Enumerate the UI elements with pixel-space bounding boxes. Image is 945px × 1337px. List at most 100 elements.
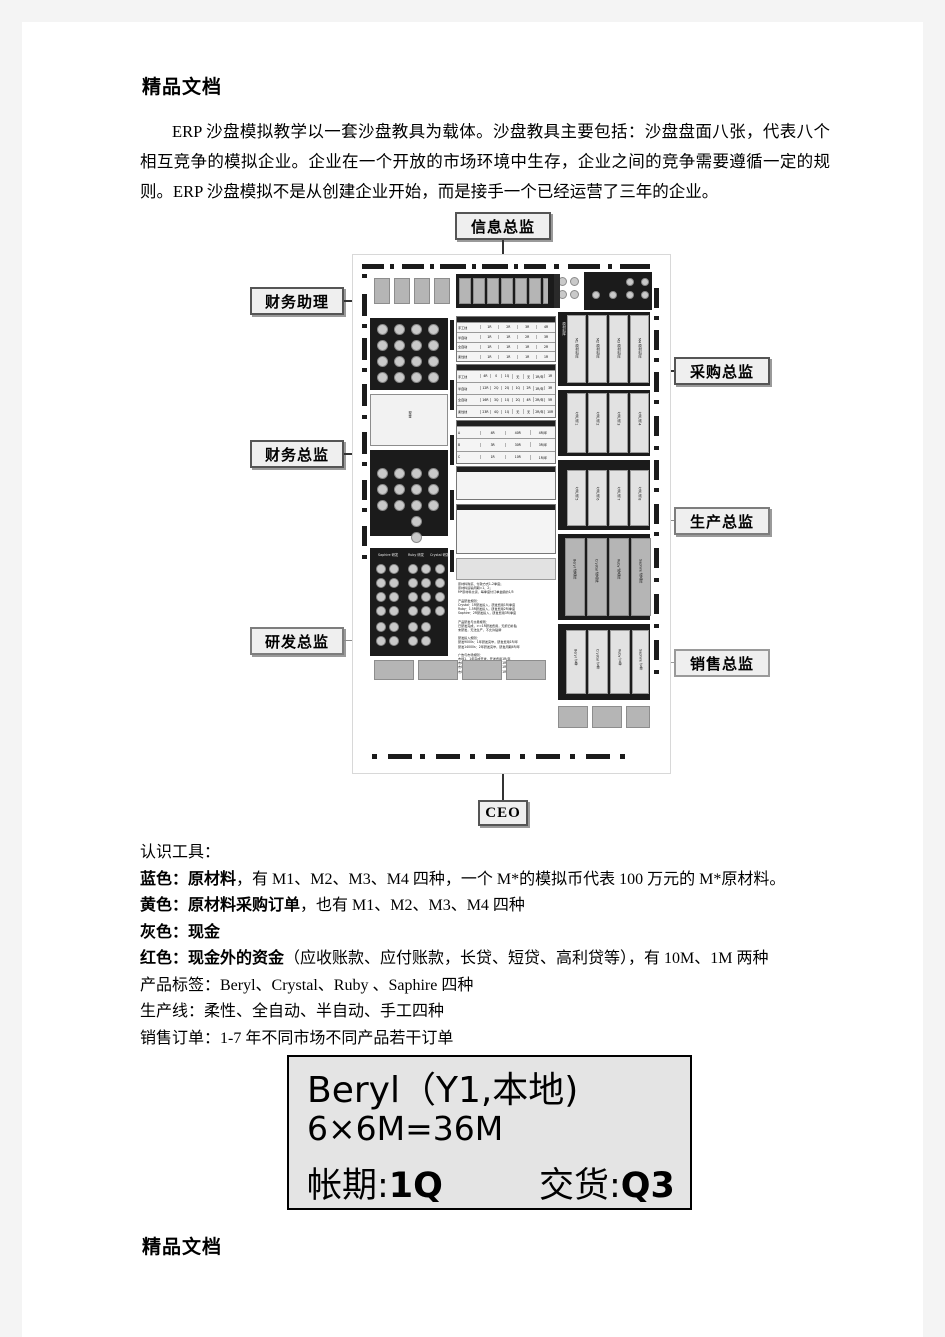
board-bottom-slot	[626, 706, 650, 728]
order-card-delivery-label: 交货:	[539, 1166, 621, 1206]
production-line-5-label: 生产线 5	[574, 487, 579, 501]
board-table-line-adjust: 手工线 4R 0 1Q 无无 1R/年 1R 半自动 12R 2Q 2Q 1Q 2R 1R/年 3R 全自动 1…	[456, 364, 556, 418]
material-warehouse-m1: M1 原材料库	[567, 315, 586, 383]
production-line-5: 生产线 5	[567, 470, 586, 526]
board-slot	[473, 278, 485, 304]
callout-sales-director: 销售总监	[674, 649, 770, 677]
board-bottom-slot	[592, 706, 622, 728]
board-table-row: 半自动 12R 2Q 2Q 1Q 2R 1R/年 3R	[457, 381, 555, 394]
board-slot	[414, 278, 430, 304]
legend-line-2: 黄色：原材料采购订单，也有 M1、M2、M3、M4 四种	[140, 897, 525, 914]
production-line-4: 生产线 4	[630, 393, 649, 453]
order-area-ruby-label: Ruby 订单	[617, 649, 622, 666]
order-card-payment-label: 帐期:	[307, 1166, 389, 1206]
legend-line-7: 销售订单：1-7 年不同市场不同产品若干订单	[140, 1029, 454, 1047]
board-slot	[487, 278, 499, 304]
board-token	[626, 278, 634, 286]
board-token	[592, 291, 600, 299]
callout-finance-director: 财务总监	[250, 440, 344, 468]
production-line-2-label: 生产线 2	[595, 412, 600, 426]
legend-section: 认识工具： 蓝色：原材料，有 M1、M2、M3、M4 四种，一个 M*的模拟币代…	[140, 840, 840, 1052]
production-line-8: 生产线 8	[630, 470, 649, 526]
production-line-1-label: 生产线 1	[574, 412, 579, 426]
rnd-col-label-saphire: Saphire 研发	[378, 553, 399, 557]
board-table-row: 手工线 4R 0 1Q 无无 1R/年 1R	[457, 370, 555, 382]
production-line-6: 生产线 6	[588, 470, 607, 526]
board-table-row: 柔性线 1R 1R 1R 1R	[457, 351, 555, 361]
board-table-row: 全自动 16R 3Q 1Q 2Q 4R 2R/年 5R	[457, 393, 555, 406]
intro-paragraph: ERP 沙盘模拟教学以一套沙盘教具为载体。沙盘教具主要包括：沙盘盘面八张，代表八…	[140, 117, 830, 207]
rnd-col-label-crystal: Crystal 研发	[430, 553, 450, 557]
order-area-beryl: Beryl 订单	[566, 630, 586, 694]
leader-line-bottom	[502, 772, 504, 800]
product-warehouse-beryl: Beryl 成品库	[565, 538, 585, 616]
product-warehouse-ruby-label: Ruby 成品库	[616, 559, 621, 579]
board-slot	[394, 278, 410, 304]
board-token	[570, 290, 579, 299]
material-warehouse-m2-label: M2 原材料库	[595, 338, 600, 358]
material-warehouse-m4: M4 原材料库	[630, 315, 649, 383]
board-bottom-slot	[374, 660, 414, 680]
legend-line-3: 灰色：现金	[140, 923, 221, 941]
product-warehouse-saphire: Saphire 成品库	[631, 538, 651, 616]
legend-line-4: 红色：现金外的资金（应收账款、应付账款，长贷、短贷、高利贷等），有 10M、1M…	[140, 950, 769, 967]
order-area-saphire-label: Saphire 订单	[638, 649, 643, 670]
board-table-row: B 3R 30R 3R/年	[457, 438, 555, 450]
board-token	[641, 278, 649, 286]
board-token	[609, 291, 617, 299]
order-card-delivery-value: Q3	[620, 1166, 675, 1206]
board-token	[641, 291, 649, 299]
board-table-row: 柔性线 23R 4Q 1Q 无无 2R/年 10R	[457, 405, 555, 417]
production-line-2: 生产线 2	[588, 393, 607, 453]
order-area-ruby: Ruby 订单	[610, 630, 630, 694]
board-table-row: A 4R 40R 4R/年	[457, 426, 555, 438]
material-warehouse-m3-label: M3 原材料库	[616, 338, 621, 358]
board-table-factory: A 4R 40R 4R/年 B 3R 30R 3R/年 C 1R 10R 1R/年	[456, 420, 556, 464]
order-card-delivery: 交货:Q3	[539, 1157, 675, 1208]
order-card-payment-value: 1Q	[388, 1166, 443, 1206]
order-area-beryl-label: Beryl 订单	[573, 649, 578, 666]
product-warehouse-saphire-label: Saphire 成品库	[638, 559, 643, 584]
order-card-product-line: Beryl（Y1,本地)	[307, 1070, 579, 1111]
board-token	[570, 277, 579, 286]
order-card-amount-line: 6×6M=36M	[307, 1109, 504, 1148]
product-warehouse-crystal-label: Crystal 成品库	[594, 559, 599, 583]
intro-text: ERP 沙盘模拟教学以一套沙盘教具为载体。沙盘教具主要包括：沙盘盘面八张，代表八…	[140, 122, 830, 201]
watermark-bottom: 精品文档	[142, 1236, 223, 1258]
board-slot	[434, 278, 450, 304]
board-slot	[529, 278, 541, 304]
board-slot	[459, 278, 471, 304]
order-area-crystal-label: Crystal 订单	[595, 649, 600, 669]
material-warehouse-m2: M2 原材料库	[588, 315, 607, 383]
board-table-production-cost: 手工线 1R 2R 3R 4R 半自动 1R 1R 2R 3R 全自动 1R 1R 1R 2R 柔性线 1R 1R…	[456, 316, 556, 362]
order-area-crystal: Crystal 订单	[588, 630, 608, 694]
callout-ceo: CEO	[478, 800, 528, 826]
callout-purchasing-director: 采购总监	[674, 357, 770, 385]
order-area-saphire: Saphire 订单	[632, 630, 649, 694]
sand-table-board: 现金 Saphire 研发 Ruby 研发 Crystal 研发 手工线 1R …	[358, 260, 663, 766]
material-warehouse-m4-label: M4 原材料库	[637, 338, 642, 358]
material-warehouse-m3: M3 原材料库	[609, 315, 628, 383]
board-bottom-slot	[418, 660, 458, 680]
callout-finance-assistant: 财务助理	[250, 287, 344, 315]
board-bottom-slot	[462, 660, 502, 680]
board-bottom-slot	[506, 660, 546, 680]
board-table-loan	[456, 466, 556, 500]
production-line-7: 生产线 7	[609, 470, 628, 526]
production-line-3: 生产线 3	[609, 393, 628, 453]
callout-rnd-director: 研发总监	[250, 627, 344, 655]
production-line-6-label: 生产线 6	[595, 487, 600, 501]
material-warehouse-m1-label: M1 原材料库	[574, 338, 579, 358]
callout-production-director: 生产总监	[674, 507, 770, 535]
legend-line-6: 生产线：柔性、全自动、半自动、手工四种	[140, 1003, 445, 1020]
board-equipment-value	[456, 558, 556, 580]
production-line-3-label: 生产线 3	[616, 412, 621, 426]
board-table-row: 半自动 1R 1R 2R 3R	[457, 331, 555, 342]
board-table-row: 全自动 1R 1R 1R 2R	[457, 341, 555, 352]
production-line-4-label: 生产线 4	[637, 412, 642, 426]
board-slot	[501, 278, 513, 304]
board-table-product-label	[456, 504, 556, 554]
order-card-payment-term: 帐期:1Q	[307, 1157, 443, 1208]
order-card: Beryl（Y1,本地) 6×6M=36M 帐期:1Q 交货:Q3	[287, 1055, 692, 1210]
product-warehouse-ruby: Ruby 成品库	[609, 538, 629, 616]
